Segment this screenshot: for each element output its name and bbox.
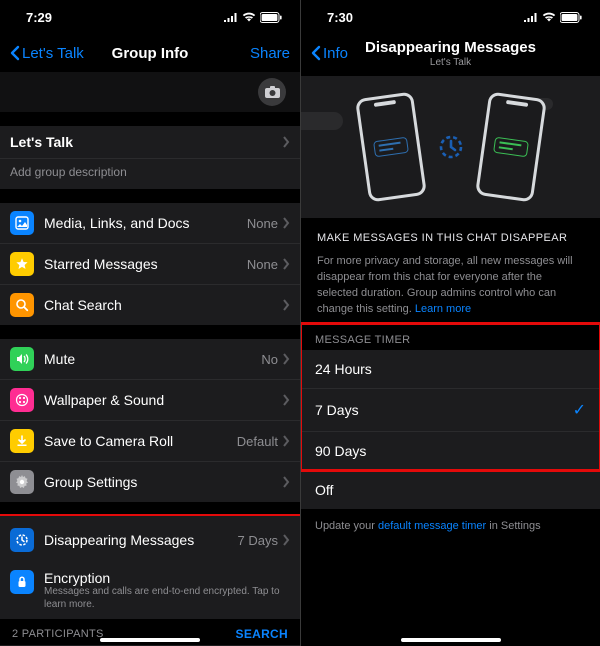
add-description-row[interactable]: Add group description bbox=[0, 158, 300, 189]
chevron-right-icon bbox=[282, 394, 290, 406]
description-block: MAKE MESSAGES IN THIS CHAT DISAPPEAR For… bbox=[301, 218, 600, 324]
option-label: Off bbox=[315, 482, 333, 498]
message-timer-header: MESSAGE TIMER bbox=[301, 324, 600, 350]
footer-pre: Update your bbox=[315, 520, 375, 532]
participants-search[interactable]: SEARCH bbox=[236, 627, 288, 641]
row-media-meta: None bbox=[247, 216, 278, 231]
row-media[interactable]: Media, Links, and Docs None bbox=[0, 203, 300, 243]
nav-share[interactable]: Share bbox=[250, 45, 290, 62]
row-starred-label: Starred Messages bbox=[44, 256, 247, 272]
status-time: 7:30 bbox=[327, 10, 353, 25]
option-24h[interactable]: 24 Hours bbox=[301, 350, 600, 388]
phone-group-info: 7:29 Let's Talk Group Info Share Let's T… bbox=[0, 0, 300, 646]
status-bar: 7:29 bbox=[0, 0, 300, 34]
row-group-settings[interactable]: Group Settings bbox=[0, 461, 300, 502]
speaker-icon bbox=[10, 347, 34, 371]
chevron-right-icon bbox=[282, 299, 290, 311]
disappearing-highlight: Disappearing Messages 7 Days bbox=[0, 516, 300, 564]
group-name: Let's Talk bbox=[10, 134, 282, 150]
photos-icon bbox=[10, 211, 34, 235]
download-icon bbox=[10, 429, 34, 453]
row-enc-label: Encryption bbox=[44, 570, 290, 586]
hero-phone-right bbox=[475, 91, 547, 202]
star-icon bbox=[10, 252, 34, 276]
row-search-label: Chat Search bbox=[44, 297, 282, 313]
option-label: 7 Days bbox=[315, 402, 359, 418]
row-save-label: Save to Camera Roll bbox=[44, 433, 237, 449]
cell-signal-icon bbox=[523, 12, 538, 22]
row-starred-meta: None bbox=[247, 257, 278, 272]
timer-large-icon bbox=[436, 132, 466, 162]
nav-back[interactable]: Info bbox=[311, 45, 348, 62]
row-disappearing[interactable]: Disappearing Messages 7 Days bbox=[0, 516, 300, 564]
camera-icon bbox=[265, 86, 280, 98]
battery-icon bbox=[260, 12, 282, 23]
row-disap-label: Disappearing Messages bbox=[44, 532, 238, 548]
chevron-right-icon bbox=[282, 435, 290, 447]
hero-phone-left bbox=[355, 91, 427, 202]
row-media-label: Media, Links, and Docs bbox=[44, 215, 247, 231]
default-timer-link[interactable]: default message timer bbox=[378, 520, 486, 532]
footer-post: in Settings bbox=[489, 520, 540, 532]
row-enc-sub: Messages and calls are end-to-end encryp… bbox=[44, 586, 290, 611]
chevron-right-icon bbox=[282, 534, 290, 546]
wifi-icon bbox=[242, 12, 256, 22]
cell-signal-icon bbox=[223, 12, 238, 22]
nav-back[interactable]: Let's Talk bbox=[10, 45, 84, 62]
learn-more-link[interactable]: Learn more bbox=[415, 303, 471, 315]
wifi-icon bbox=[542, 12, 556, 22]
option-7d[interactable]: 7 Days ✓ bbox=[301, 388, 600, 431]
gear-icon bbox=[10, 470, 34, 494]
row-encryption[interactable]: Encryption Messages and calls are end-to… bbox=[0, 564, 300, 619]
status-icons bbox=[523, 12, 582, 23]
nav-bar: Info Disappearing Messages Let's Talk bbox=[301, 34, 600, 72]
option-label: 24 Hours bbox=[315, 361, 372, 377]
battery-icon bbox=[560, 12, 582, 23]
row-disap-meta: 7 Days bbox=[238, 533, 278, 548]
row-wallpaper-label: Wallpaper & Sound bbox=[44, 392, 282, 408]
row-mute[interactable]: Mute No bbox=[0, 339, 300, 379]
chevron-left-icon bbox=[311, 45, 321, 61]
timer-icon bbox=[10, 528, 34, 552]
row-save-camera[interactable]: Save to Camera Roll Default bbox=[0, 420, 300, 461]
add-description-label: Add group description bbox=[10, 165, 127, 179]
row-save-meta: Default bbox=[237, 434, 278, 449]
chevron-right-icon bbox=[282, 136, 290, 148]
row-mute-label: Mute bbox=[44, 351, 261, 367]
checkmark-icon: ✓ bbox=[573, 400, 586, 420]
group-name-row[interactable]: Let's Talk bbox=[0, 126, 300, 158]
search-icon bbox=[10, 293, 34, 317]
chevron-right-icon bbox=[282, 353, 290, 365]
status-icons bbox=[223, 12, 282, 23]
camera-button[interactable] bbox=[258, 78, 286, 106]
status-time: 7:29 bbox=[26, 10, 52, 25]
row-mute-meta: No bbox=[261, 352, 278, 367]
footer-note: Update your default message timer in Set… bbox=[301, 509, 600, 544]
nav-back-label: Let's Talk bbox=[22, 45, 84, 62]
option-90d[interactable]: 90 Days bbox=[301, 431, 600, 470]
home-indicator[interactable] bbox=[401, 638, 501, 642]
chevron-left-icon bbox=[10, 45, 20, 61]
row-starred[interactable]: Starred Messages None bbox=[0, 243, 300, 284]
nav-back-label: Info bbox=[323, 45, 348, 62]
row-search[interactable]: Chat Search bbox=[0, 284, 300, 325]
row-wallpaper[interactable]: Wallpaper & Sound bbox=[0, 379, 300, 420]
row-gset-label: Group Settings bbox=[44, 474, 282, 490]
hero-illustration bbox=[301, 76, 600, 218]
wallpaper-icon bbox=[10, 388, 34, 412]
lock-icon bbox=[10, 570, 34, 594]
home-indicator[interactable] bbox=[100, 638, 200, 642]
section-title: MAKE MESSAGES IN THIS CHAT DISAPPEAR bbox=[317, 232, 584, 244]
chevron-right-icon bbox=[282, 258, 290, 270]
nav-bar: Let's Talk Group Info Share bbox=[0, 34, 300, 72]
chevron-right-icon bbox=[282, 217, 290, 229]
chevron-right-icon bbox=[282, 476, 290, 488]
status-bar: 7:30 bbox=[301, 0, 600, 34]
phone-disappearing: 7:30 Info Disappearing Messages Let's Ta… bbox=[300, 0, 600, 646]
header-dim-area bbox=[0, 72, 300, 112]
participants-header: 2 PARTICIPANTS bbox=[12, 628, 104, 640]
option-label: 90 Days bbox=[315, 443, 366, 459]
option-off[interactable]: Off bbox=[301, 470, 600, 509]
timer-options-highlight: MESSAGE TIMER 24 Hours 7 Days ✓ 90 Days bbox=[301, 324, 600, 470]
